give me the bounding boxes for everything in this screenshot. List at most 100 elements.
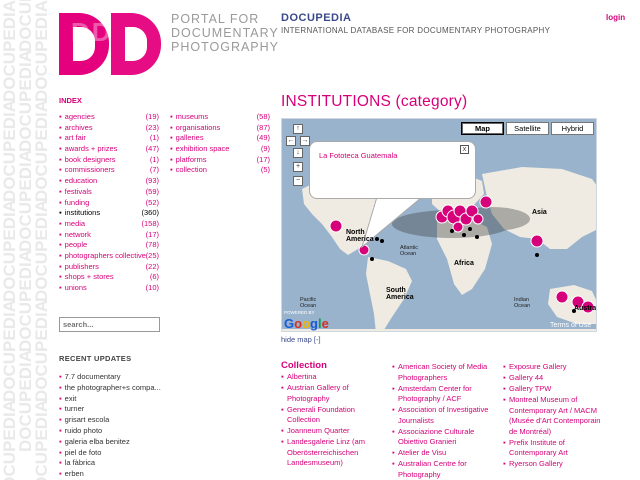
recent-update-item[interactable]: ▪ 7.7 documentary: [59, 372, 169, 383]
category-item[interactable]: ▪ platforms (17): [170, 155, 270, 166]
category-item[interactable]: ▪ exhibition space (9): [170, 144, 270, 155]
collection-item[interactable]: ▪ Albertina: [281, 372, 386, 383]
google-logo[interactable]: Google: [284, 316, 329, 331]
category-label[interactable]: museums: [176, 112, 209, 121]
zoom-in-icon[interactable]: +: [293, 162, 303, 172]
category-label[interactable]: exhibition space: [176, 144, 230, 153]
collection-link[interactable]: Australian Centre for Photography: [398, 459, 467, 479]
collection-link[interactable]: Gallery 44: [509, 373, 543, 382]
collection-item[interactable]: ▪ Atelier de Visu: [392, 448, 498, 459]
collection-link[interactable]: Atelier de Visu: [398, 448, 446, 457]
collection-link[interactable]: Association of Investigative Journalists: [398, 405, 488, 425]
category-label[interactable]: unions: [65, 283, 87, 292]
recent-update-item[interactable]: ▪ turner: [59, 404, 169, 415]
collection-item[interactable]: ▪ Gallery TPW: [503, 384, 601, 395]
collection-link[interactable]: Joanneum Quarter: [287, 426, 350, 435]
category-label[interactable]: funding: [65, 198, 90, 207]
category-item[interactable]: ▪ art fair (1): [59, 133, 159, 144]
collection-link[interactable]: Prefix Institute of Contemporary Art: [509, 438, 568, 458]
pan-down-icon[interactable]: ↓: [293, 148, 303, 158]
recent-update-item[interactable]: ▪ galeria elba benitez: [59, 437, 169, 448]
category-item[interactable]: ▪ education (93): [59, 176, 159, 187]
collection-link[interactable]: Gallery TPW: [509, 384, 551, 393]
collection-link[interactable]: Albertina: [287, 372, 317, 381]
category-item[interactable]: ▪ shops + stores (6): [59, 272, 159, 283]
collection-item[interactable]: ▪ Joanneum Quarter: [281, 426, 386, 437]
recent-update-label[interactable]: galeria elba benitez: [65, 437, 130, 446]
category-item[interactable]: ▪ book designers (1): [59, 155, 159, 166]
collection-item[interactable]: ▪ Gallery 44: [503, 373, 601, 384]
collection-link[interactable]: American Society of Media Photographers: [398, 362, 487, 382]
recent-update-label[interactable]: piel de foto: [65, 448, 102, 457]
category-item[interactable]: ▪ archives (23): [59, 123, 159, 134]
popup-institution-link[interactable]: La Fototeca Guatemala: [319, 151, 397, 160]
collection-item[interactable]: ▪ Associazione Culturale Obiettivo Granie…: [392, 427, 498, 448]
site-title[interactable]: DOCUPEDIA: [281, 12, 352, 24]
collection-link[interactable]: Ryerson Gallery: [509, 459, 563, 468]
category-item[interactable]: ▪ media (158): [59, 219, 159, 230]
collection-link[interactable]: Associazione Culturale Obiettivo Granier…: [398, 427, 474, 447]
category-label[interactable]: awards + prizes: [65, 144, 118, 153]
category-item[interactable]: ▪ agencies (19): [59, 112, 159, 123]
pan-left-icon[interactable]: ←: [286, 136, 296, 146]
search-input[interactable]: [59, 317, 160, 332]
recent-update-label[interactable]: ruido photo: [65, 426, 103, 435]
category-label[interactable]: agencies: [65, 112, 95, 121]
recent-update-label[interactable]: erben: [65, 469, 84, 478]
collection-link[interactable]: Exposure Gallery: [509, 362, 567, 371]
category-label[interactable]: book designers: [65, 155, 116, 164]
pan-right-icon[interactable]: →: [300, 136, 310, 146]
category-label[interactable]: institutions: [65, 208, 100, 217]
category-item[interactable]: ▪ network (17): [59, 230, 159, 241]
recent-update-label[interactable]: the photographer+s compa...: [65, 383, 161, 392]
collection-link[interactable]: Landesgalerie Linz (am Oberösterreichisc…: [287, 437, 365, 467]
category-label[interactable]: galleries: [176, 133, 204, 142]
collection-link[interactable]: Montreal Museum of Contemporary Art / MA…: [509, 395, 600, 436]
recent-update-label[interactable]: grisart escola: [65, 415, 110, 424]
category-label[interactable]: organisations: [176, 123, 221, 132]
category-item[interactable]: ▪ institutions (360): [59, 208, 159, 219]
category-item[interactable]: ▪ photographers collective (25): [59, 251, 159, 262]
category-item[interactable]: ▪ festivals (59): [59, 187, 159, 198]
category-item[interactable]: ▪ unions (10): [59, 283, 159, 294]
category-label[interactable]: art fair: [65, 133, 86, 142]
collection-item[interactable]: ▪ Amsterdam Center for Photography / ACF: [392, 384, 498, 405]
category-label[interactable]: commissioners: [65, 165, 115, 174]
collection-item[interactable]: ▪ Prefix Institute of Contemporary Art: [503, 438, 601, 459]
site-logo[interactable]: DD: [59, 13, 163, 75]
zoom-out-icon[interactable]: −: [293, 176, 303, 186]
recent-update-item[interactable]: ▪ piel de foto: [59, 448, 169, 459]
map-type-map-button[interactable]: Map: [461, 122, 504, 135]
category-item[interactable]: ▪ collection (5): [170, 165, 270, 176]
category-item[interactable]: ▪ funding (52): [59, 198, 159, 209]
collection-item[interactable]: ▪ Landesgalerie Linz (am Oberösterreichis…: [281, 437, 386, 469]
collection-item[interactable]: ▪ American Society of Media Photographers: [392, 362, 498, 383]
category-label[interactable]: media: [65, 219, 85, 228]
recent-update-item[interactable]: ▪ grisart escola: [59, 415, 169, 426]
recent-update-label[interactable]: 7.7 documentary: [65, 372, 121, 381]
recent-update-item[interactable]: ▪ exit: [59, 394, 169, 405]
category-label[interactable]: archives: [65, 123, 93, 132]
category-label[interactable]: people: [65, 240, 88, 249]
category-item[interactable]: ▪ galleries (49): [170, 133, 270, 144]
login-link[interactable]: login: [606, 13, 625, 22]
category-label[interactable]: network: [65, 230, 91, 239]
category-item[interactable]: ▪ people (78): [59, 240, 159, 251]
recent-update-item[interactable]: ▪ la fàbrica: [59, 458, 169, 469]
world-map[interactable]: La Fototeca Guatemala x North America At…: [281, 118, 597, 332]
recent-update-label[interactable]: la fàbrica: [65, 458, 95, 467]
category-label[interactable]: education: [65, 176, 98, 185]
recent-update-item[interactable]: ▪ the photographer+s compa...: [59, 383, 169, 394]
category-label[interactable]: publishers: [65, 262, 99, 271]
close-icon[interactable]: x: [460, 145, 469, 154]
recent-update-item[interactable]: ▪ ruido photo: [59, 426, 169, 437]
collection-item[interactable]: ▪ Ryerson Gallery: [503, 459, 601, 470]
collection-link[interactable]: Generali Foundation Collection: [287, 405, 355, 425]
map-type-hybrid-button[interactable]: Hybrid: [551, 122, 594, 135]
category-label[interactable]: festivals: [65, 187, 92, 196]
category-item[interactable]: ▪ commissioners (7): [59, 165, 159, 176]
category-item[interactable]: ▪ awards + prizes (47): [59, 144, 159, 155]
category-label[interactable]: photographers collective: [65, 251, 146, 260]
category-item[interactable]: ▪ publishers (22): [59, 262, 159, 273]
hide-map-link[interactable]: hide map [-]: [281, 335, 321, 344]
